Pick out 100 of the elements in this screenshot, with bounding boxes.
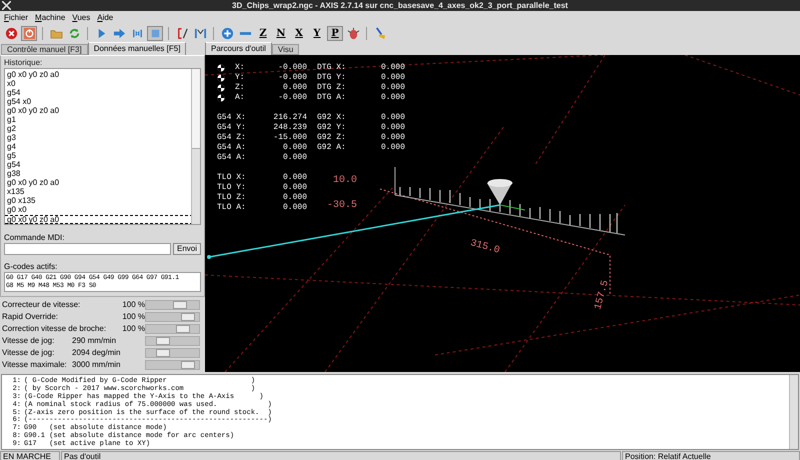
history-item[interactable]: x135 — [7, 188, 191, 197]
toolbar-button[interactable] — [3, 26, 19, 41]
history-item[interactable]: g0 x0 — [7, 206, 191, 215]
dro-label: DTG X: — [317, 64, 347, 72]
slider-reading: 2094 deg/min — [72, 348, 122, 356]
view-button[interactable]: Z — [255, 26, 271, 41]
status-field: Pas d'outil — [61, 451, 621, 460]
dro-label: G92 X: — [317, 114, 347, 122]
dro-value: 0.000 — [282, 184, 307, 192]
history-item[interactable]: x0 — [7, 80, 191, 89]
view-button[interactable]: Y — [309, 26, 325, 41]
dro-value: 0.000 — [380, 64, 405, 72]
history-item[interactable]: g0 x135 — [7, 197, 191, 206]
stop-icon — [4, 27, 18, 40]
homed-icon — [217, 64, 225, 72]
toolbar-button[interactable] — [345, 26, 361, 41]
dro-value: 0.000 — [282, 84, 307, 92]
slider-label: Vitesse maximale: — [2, 360, 68, 368]
window-icon — [2, 1, 11, 10]
tab[interactable]: Visu — [272, 44, 300, 55]
dro-label: G54 A: — [217, 154, 247, 162]
dro-label: DTG Y: — [317, 74, 347, 82]
slider-thumb[interactable] — [176, 324, 190, 332]
history-item[interactable]: g0 x0 y0 z0 a0 — [7, 107, 191, 116]
slider-label: Vitesse de jog: — [2, 348, 56, 356]
send-button[interactable]: Envoi — [172, 243, 201, 255]
history-item[interactable]: g0 x0 y0 z0 a0 — [7, 71, 191, 80]
history-item[interactable]: g54 — [7, 89, 191, 98]
dro-label: X: — [235, 64, 246, 72]
dimension-label: 315.0 — [468, 238, 501, 257]
slider-thumb[interactable] — [156, 348, 170, 356]
scrollbar[interactable] — [789, 375, 798, 449]
view-button[interactable]: X — [291, 26, 307, 41]
history-item[interactable]: g5 — [7, 152, 191, 161]
dro-value: 0.000 — [282, 154, 307, 162]
dro-value: -0.000 — [277, 94, 307, 102]
dro-value: 0.000 — [380, 114, 405, 122]
dro-label: G54 X: — [217, 114, 247, 122]
reload-icon — [68, 27, 80, 40]
window-title: 3D_Chips_wrap2.ngc - AXIS 2.7.14 sur cnc_basesave_4_axes_ok2_3_port_parallele_test — [232, 2, 568, 10]
toolbar-button[interactable] — [192, 26, 208, 41]
dro-label: Z: — [235, 84, 246, 92]
dro-value: 0.000 — [380, 94, 405, 102]
scrollbar[interactable] — [191, 69, 200, 224]
menu-item[interactable]: Fichier — [4, 14, 28, 22]
view-button[interactable]: N — [273, 26, 289, 41]
history-item[interactable]: g2 — [7, 125, 191, 134]
dro-label: G54 Y: — [217, 124, 247, 132]
dro-value: 0.000 — [380, 124, 405, 132]
slider-label: Vitesse de jog: — [2, 336, 56, 344]
dro-label: G92 A: — [317, 144, 347, 152]
history-item[interactable]: g54 x0 — [7, 98, 191, 107]
dro-label: TLO Y: — [217, 184, 247, 192]
mdi-input[interactable] — [4, 243, 171, 255]
history-item[interactable]: g38 — [7, 170, 191, 179]
dro-value: 0.000 — [282, 144, 307, 152]
slider-label: Correcteur de vitesse: — [2, 300, 82, 308]
slider-thumb[interactable] — [156, 336, 170, 344]
tab[interactable]: Contrôle manuel [F3] — [1, 44, 88, 55]
dro-value: -0.000 — [277, 64, 307, 72]
dro-label: TLO X: — [217, 174, 247, 182]
history-item[interactable]: g1 — [7, 116, 191, 125]
slider-label: Rapid Override: — [2, 312, 60, 320]
menu-item[interactable]: Aide — [97, 14, 114, 22]
tab[interactable]: Données manuelles [F5] — [88, 42, 186, 55]
history-label: Historique: — [4, 59, 44, 68]
history-item[interactable]: g3 — [7, 134, 191, 143]
toolbar-button[interactable] — [219, 26, 235, 41]
dro-value: 248.239 — [272, 124, 307, 132]
slider-thumb[interactable] — [180, 360, 195, 368]
history-item[interactable]: g0 x0 y0 z0 a0 — [7, 179, 191, 188]
tab[interactable]: Parcours d'outil — [205, 42, 272, 55]
dro-value: 0.000 — [282, 204, 307, 212]
dro-value: 0.000 — [380, 84, 405, 92]
dimension-label: 157.5 — [593, 279, 612, 312]
dro-label: G54 A: — [217, 144, 247, 152]
slider-thumb[interactable] — [180, 312, 195, 320]
dro-label: DTG Z: — [317, 84, 347, 92]
dro-value: 0.000 — [380, 74, 405, 82]
dro-label: A: — [235, 94, 246, 102]
dro-value: 0.000 — [380, 144, 405, 152]
dro-label: G92 Y: — [317, 124, 347, 132]
slider-reading: 100 % — [121, 312, 145, 320]
dro-value: 0.000 — [282, 174, 307, 182]
homed-icon — [217, 74, 225, 82]
slider-reading: 3000 mm/min — [72, 360, 122, 368]
dro-value: 216.274 — [272, 114, 307, 122]
dro-label: TLO A: — [217, 204, 247, 212]
history-item[interactable]: g4 — [7, 143, 191, 152]
slider-reading: 100 % — [121, 324, 145, 332]
mdi-label: Commande MDI: — [4, 234, 66, 243]
brush-icon — [374, 27, 386, 40]
view-button[interactable]: P — [327, 26, 343, 41]
toolpath-view[interactable] — [205, 55, 800, 372]
dro-label: Y: — [235, 74, 246, 82]
menu-item[interactable]: Vues — [72, 14, 90, 22]
slider-thumb[interactable] — [172, 300, 187, 308]
menu-item[interactable]: Machine — [35, 14, 66, 22]
history-item[interactable]: g54 — [7, 161, 191, 170]
status-field: Position: Relatif Actuelle — [622, 451, 800, 460]
